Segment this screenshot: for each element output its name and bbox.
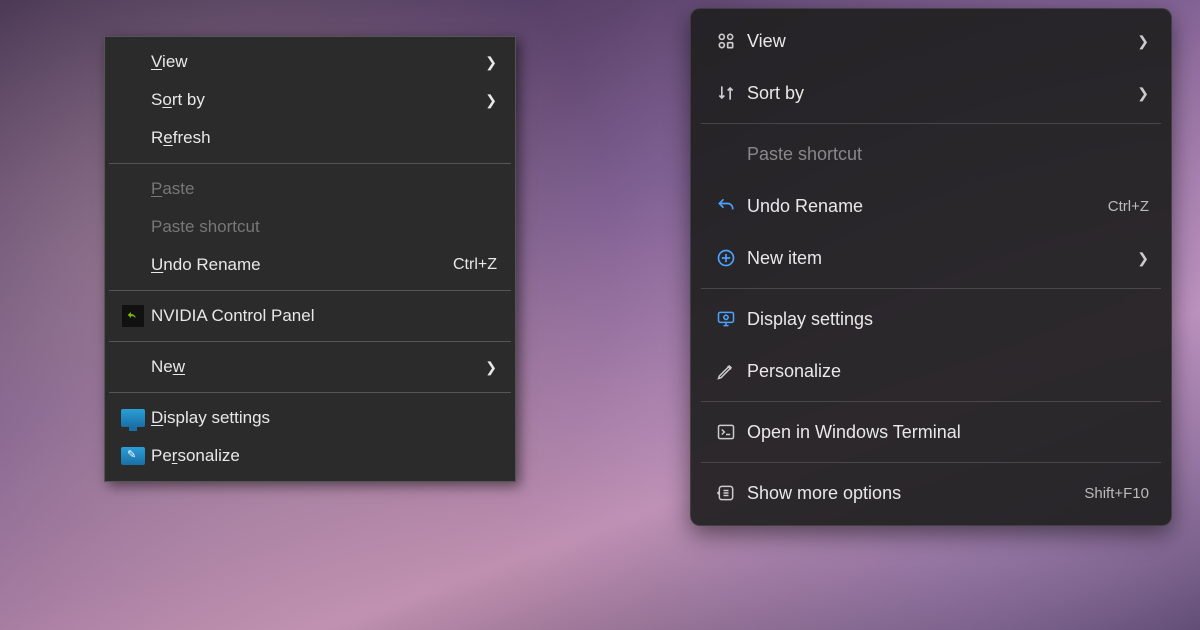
undo-icon [705,196,747,216]
chevron-right-icon: ❯ [485,359,497,376]
display-settings-icon [705,309,747,329]
menu-separator [109,290,511,291]
chevron-right-icon: ❯ [1137,33,1149,50]
chevron-right-icon: ❯ [485,54,497,71]
menu-label: New [151,357,485,377]
menu-label: New item [747,248,1137,269]
chevron-right-icon: ❯ [1137,250,1149,267]
panel-win10: View ❯ Sort by ❯ Refresh Paste Paste sho… [0,0,570,630]
menu-item-display-settings[interactable]: Display settings [105,399,515,437]
menu-label: Sort by [151,90,485,110]
menu-item-sort-by[interactable]: Sort by ❯ [105,81,515,119]
menu-item-personalize[interactable]: Personalize [105,437,515,475]
menu-item-view[interactable]: View ❯ [691,15,1171,67]
chevron-right-icon: ❯ [1137,85,1149,102]
sort-icon [705,83,747,103]
menu-separator [701,123,1161,124]
menu-item-terminal[interactable]: Open in Windows Terminal [691,406,1171,458]
personalize-icon [115,447,151,465]
menu-item-refresh[interactable]: Refresh [105,119,515,157]
menu-item-paste: Paste [105,170,515,208]
menu-label: Paste [151,179,497,199]
add-icon [705,248,747,268]
menu-separator [701,401,1161,402]
menu-label: Refresh [151,128,497,148]
menu-item-sort-by[interactable]: Sort by ❯ [691,67,1171,119]
menu-item-display-settings[interactable]: Display settings [691,293,1171,345]
more-options-icon [705,483,747,503]
menu-item-show-more[interactable]: Show more options Shift+F10 [691,467,1171,519]
chevron-right-icon: ❯ [485,92,497,109]
menu-label: Personalize [151,446,497,466]
menu-label: Show more options [747,483,1084,504]
menu-item-personalize[interactable]: Personalize [691,345,1171,397]
menu-item-undo-rename[interactable]: Undo Rename Ctrl+Z [105,246,515,284]
menu-separator [701,288,1161,289]
menu-item-paste-shortcut: Paste shortcut [691,128,1171,180]
menu-item-undo-rename[interactable]: Undo Rename Ctrl+Z [691,180,1171,232]
menu-item-paste-shortcut: Paste shortcut [105,208,515,246]
menu-label: Open in Windows Terminal [747,422,1149,443]
menu-label: Personalize [747,361,1149,382]
panel-win11: View ❯ Sort by ❯ Paste shortcut Undo Ren… [630,0,1200,630]
menu-item-nvidia[interactable]: NVIDIA Control Panel [105,297,515,335]
menu-accelerator: Shift+F10 [1084,485,1149,502]
menu-label: Undo Rename [151,255,453,275]
menu-item-view[interactable]: View ❯ [105,43,515,81]
display-icon [115,409,151,427]
menu-label: Paste shortcut [151,217,497,237]
context-menu-win10: View ❯ Sort by ❯ Refresh Paste Paste sho… [104,36,516,482]
view-grid-icon [705,31,747,51]
menu-item-new[interactable]: New ❯ [105,348,515,386]
menu-label: Paste shortcut [747,144,1149,165]
terminal-icon [705,422,747,442]
menu-item-new-item[interactable]: New item ❯ [691,232,1171,284]
personalize-icon [705,361,747,381]
menu-label: Display settings [151,408,497,428]
menu-separator [701,462,1161,463]
menu-label: Sort by [747,83,1137,104]
menu-label: Display settings [747,309,1149,330]
menu-separator [109,163,511,164]
menu-separator [109,341,511,342]
menu-label: Undo Rename [747,196,1108,217]
menu-label: NVIDIA Control Panel [151,306,497,326]
menu-accelerator: Ctrl+Z [453,256,497,274]
menu-label: View [151,52,485,72]
menu-separator [109,392,511,393]
menu-accelerator: Ctrl+Z [1108,198,1149,215]
nvidia-icon [115,305,151,327]
context-menu-win11: View ❯ Sort by ❯ Paste shortcut Undo Ren… [690,8,1172,526]
menu-label: View [747,31,1137,52]
